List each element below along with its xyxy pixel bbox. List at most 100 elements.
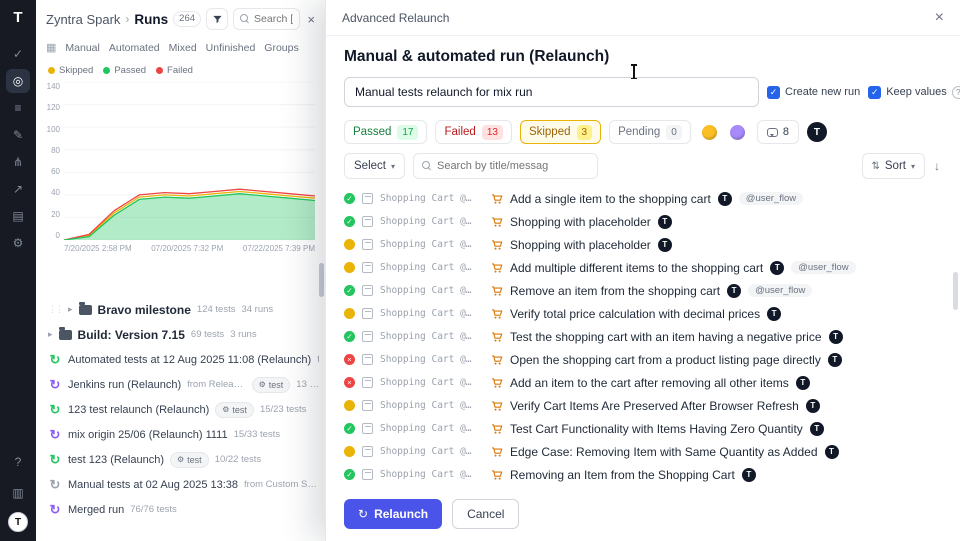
milestone-row[interactable]: ⋮⋮▸Bravo milestone124 tests34 runs [36,297,325,322]
legend-dot-icon [48,67,55,74]
test-context: Shopping Cart @… [380,239,484,250]
test-row[interactable]: ✓Shopping Cart @…Removing an Item from t… [344,463,942,486]
close-icon[interactable]: × [935,10,944,26]
select-dropdown[interactable]: Select ▾ [344,153,405,179]
assignee-avatar: T [828,353,842,367]
chart-y-axis: 140120100806040200 [42,82,64,240]
modal-scrollbar[interactable] [953,272,958,310]
rail-item-runs-icon[interactable]: ◎ [6,69,30,93]
runs-search[interactable] [233,8,300,30]
run-meta: 34 runs [241,304,273,315]
checkbox-checked-icon[interactable]: ✓ [868,86,881,99]
run-name-input[interactable] [344,77,759,107]
status-skipped-icon [344,308,355,319]
checkbox-checked-icon[interactable]: ✓ [767,86,780,99]
run-title: mix origin 25/06 (Relaunch) 1111 [68,429,228,441]
test-row[interactable]: Shopping Cart @…Verify Cart Items Are Pr… [344,394,942,417]
tab-automated[interactable]: Automated [109,42,160,54]
tab-mixed[interactable]: Mixed [169,42,197,54]
run-row[interactable]: ↻Jenkins run (Relaunch)from Release Run … [36,372,325,397]
suite-icon [362,400,373,411]
assignee-avatar: T [806,399,820,413]
rail-avatar[interactable]: T [8,512,28,532]
test-search-input[interactable] [437,160,589,172]
left-rail: T ✓ ◎ ≡ ✎ ⋔ ↗ ▤ ⚙ ? ▥ T [0,0,36,541]
test-row[interactable]: ✓Shopping Cart @…Test the shopping cart … [344,325,942,348]
filter-button[interactable] [206,8,228,30]
breadcrumb-project[interactable]: Zyntra Spark [46,12,120,27]
runs-search-input[interactable] [254,13,293,25]
relaunch-status-icon: ↻ [48,452,62,468]
rail-help-icon[interactable]: ? [6,450,30,474]
grid-icon[interactable]: ▦ [46,41,56,54]
modal-footer: ↻ Relaunch Cancel [344,491,942,535]
cancel-button[interactable]: Cancel [452,499,519,529]
help-icon[interactable]: ? [952,86,960,99]
run-row[interactable]: ↻mix origin 25/06 (Relaunch) 111115/33 t… [36,422,325,447]
assignee-avatar: T [829,330,843,344]
relaunch-button[interactable]: ↻ Relaunch [344,499,442,529]
run-row[interactable]: ↻Merged run76/76 tests [36,497,325,522]
chart-legend: SkippedPassedFailed [36,59,325,80]
status-skipped-icon [344,262,355,273]
keep-values-checkbox[interactable]: ✓ Keep values ? [868,86,960,99]
test-row[interactable]: ×Shopping Cart @…Open the shopping cart … [344,348,942,371]
rail-item-edit-icon[interactable]: ✎ [6,123,30,147]
run-row[interactable]: ↻123 test relaunch (Relaunch)⚙test15/23 … [36,397,325,422]
suite-icon [362,446,373,457]
run-title: Merged run [68,504,124,516]
test-row[interactable]: ✓Shopping Cart @…Add a single item to th… [344,187,942,210]
status-passed-icon: ✓ [344,331,355,342]
rail-item-settings-icon[interactable]: ⚙ [6,231,30,255]
test-row[interactable]: Shopping Cart @…Edge Case: Removing Item… [344,440,942,463]
panel-scrollbar[interactable] [319,263,324,297]
milestone-row[interactable]: ▸Build: Version 7.1569 tests3 runs [36,322,325,347]
tab-manual[interactable]: Manual [65,42,99,54]
rail-item-plans-icon[interactable]: ≡ [6,96,30,120]
chevron-right-icon[interactable]: ▸ [68,304,73,315]
breadcrumb-section[interactable]: Runs [134,12,168,27]
test-row[interactable]: ✓Shopping Cart @…Test Cart Functionality… [344,417,942,440]
comments-filter-chip[interactable]: 8 [757,120,799,144]
test-row[interactable]: Shopping Cart @…Shopping with placeholde… [344,233,942,256]
run-meta: 15/33 tests [234,429,280,440]
owner-avatar[interactable]: T [807,122,827,142]
test-search[interactable] [413,153,598,179]
chevron-right-icon[interactable]: ▸ [48,329,53,340]
test-row[interactable]: ✓Shopping Cart @…Shopping with placehold… [344,210,942,233]
run-row[interactable]: ↻test 123 (Relaunch)⚙test10/22 tests [36,447,325,472]
test-row[interactable]: ✓Shopping Cart @…Remove an item from the… [344,279,942,302]
sort-direction-icon[interactable]: ↓ [932,159,942,173]
clear-search-icon[interactable]: × [305,12,317,27]
test-row[interactable]: Shopping Cart @…Verify total price calcu… [344,302,942,325]
tab-unfinished[interactable]: Unfinished [206,42,256,54]
test-row[interactable]: ×Shopping Cart @…Add an item to the cart… [344,371,942,394]
chip-pending[interactable]: Pending0 [609,120,691,144]
rail-item-pulse-icon[interactable]: ↗ [6,177,30,201]
chip-failed[interactable]: Failed13 [435,120,511,144]
chip-passed[interactable]: Passed17 [344,120,427,144]
status-skipped-icon [344,446,355,457]
shopping-cart-emoji-icon [491,400,503,412]
run-title: Jenkins run (Relaunch) [68,379,181,391]
sort-dropdown[interactable]: ⇅ Sort ▾ [862,153,926,179]
app-logo[interactable]: T [13,9,22,26]
emoji-purple-filter[interactable] [727,121,749,143]
run-row[interactable]: ↻Manual tests at 02 Aug 2025 13:38from C… [36,472,325,497]
run-row[interactable]: ↻Automated tests at 12 Aug 2025 11:08 (R… [36,347,325,372]
rail-item-reports-icon[interactable]: ▤ [6,204,30,228]
create-new-run-label: Create new run [785,86,860,98]
chip-skipped[interactable]: Skipped3 [520,120,601,144]
status-skipped-icon [344,400,355,411]
shopping-cart-emoji-icon [491,446,503,458]
legend-passed: Passed [103,65,146,76]
emoji-yellow-filter[interactable] [699,121,721,143]
create-new-run-checkbox[interactable]: ✓ Create new run [767,86,860,99]
assignee-avatar: T [658,238,672,252]
rail-item-analytics-icon[interactable]: ⋔ [6,150,30,174]
test-row[interactable]: Shopping Cart @…Add multiple different i… [344,256,942,279]
rail-docs-icon[interactable]: ▥ [6,481,30,505]
rail-item-tests-icon[interactable]: ✓ [6,42,30,66]
drag-handle-icon[interactable]: ⋮⋮ [48,304,62,315]
tab-groups[interactable]: Groups [264,42,298,54]
